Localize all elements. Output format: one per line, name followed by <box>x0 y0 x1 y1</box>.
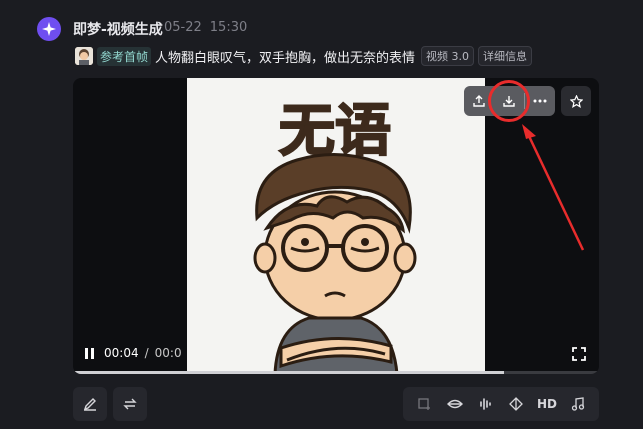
video-generation-card: 即梦-视频生成 05-22 15:30 参考首帧 人物翻白眼叹气，双手抱胸，做出无… <box>0 0 643 429</box>
annotation-arrow <box>522 124 585 251</box>
